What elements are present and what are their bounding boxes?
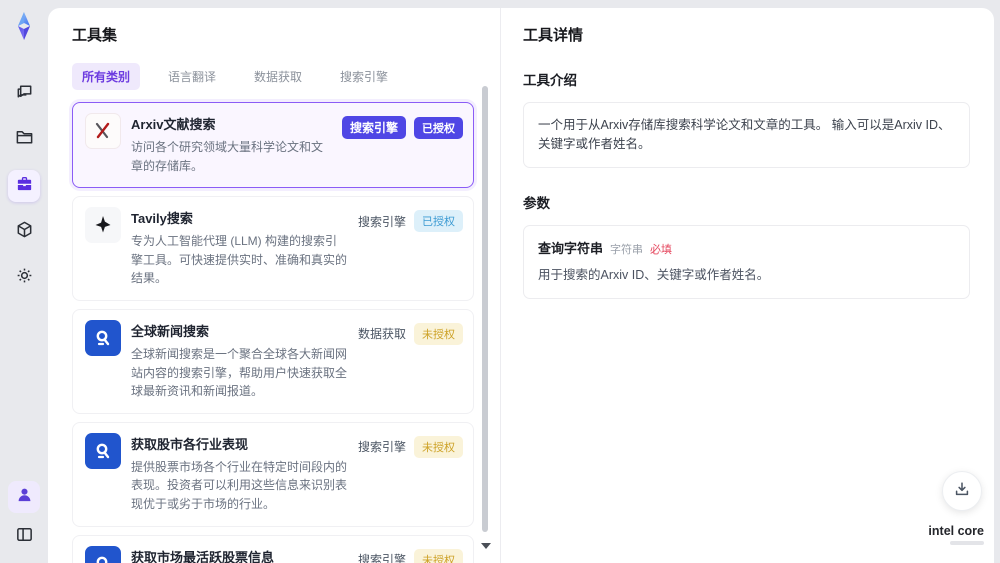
tool-description: 提供股票市场各个行业在特定时间段内的表现。投资者可以利用这些信息来识别表现优于或… bbox=[131, 459, 348, 511]
tool-name: 全球新闻搜索 bbox=[131, 323, 210, 339]
detail-title: 工具详情 bbox=[523, 27, 584, 44]
param-description: 用于搜索的Arxiv ID、关键字或作者姓名。 bbox=[538, 268, 770, 282]
tool-name: Arxiv文献搜索 bbox=[131, 117, 216, 132]
sidebar-nav bbox=[8, 78, 40, 294]
tab-3[interactable]: 搜索引擎 bbox=[330, 63, 398, 90]
param-name: 查询字符串 bbox=[538, 240, 604, 256]
tool-list-pane: 工具集 所有类别 语言翻译 数据获取 搜索引擎 Arxiv文献搜索 访问各个研究领域大… bbox=[48, 8, 500, 563]
chat-icon bbox=[15, 82, 34, 106]
bluesearch-icon bbox=[85, 545, 121, 563]
sidebar-item-chat[interactable] bbox=[8, 78, 40, 110]
tool-list-item[interactable]: Tavily搜索 专为人工智能代理 (LLM) 构建的搜索引擎工具。可快速提供实… bbox=[72, 196, 474, 301]
tool-name: 获取股市各行业表现 bbox=[131, 436, 249, 452]
intro-heading: 工具介绍 bbox=[523, 73, 577, 88]
param-header: 查询字符串 字符串 必填 bbox=[538, 239, 955, 259]
tool-list: Arxiv文献搜索 访问各个研究领域大量科学论文和文章的存储库。 搜索引擎 已授… bbox=[72, 102, 474, 563]
gear-icon bbox=[15, 266, 34, 290]
sidebar-item-models[interactable] bbox=[8, 216, 40, 248]
scroll-down-icon[interactable] bbox=[481, 543, 491, 549]
tool-auth-badge: 已授权 bbox=[414, 210, 463, 233]
sidebar-item-account[interactable] bbox=[8, 481, 40, 513]
sidebar-item-panel-toggle[interactable] bbox=[8, 521, 40, 553]
intel-core-logo: intel core bbox=[928, 524, 984, 545]
briefcase-icon bbox=[15, 174, 34, 198]
cube-icon bbox=[15, 220, 34, 244]
tab-0-active[interactable]: 所有类别 bbox=[72, 63, 141, 90]
sidebar-item-settings[interactable] bbox=[8, 262, 40, 294]
param-card: 查询字符串 字符串 必填 用于搜索的Arxiv ID、关键字或作者姓名。 bbox=[523, 224, 970, 299]
bluesearch-icon bbox=[85, 432, 121, 469]
tool-auth-badge: 未授权 bbox=[414, 435, 463, 458]
tool-name: Tavily搜索 bbox=[131, 211, 193, 227]
download-icon bbox=[953, 480, 971, 503]
tool-category-badge: 搜索引擎 bbox=[341, 116, 406, 139]
list-scrollbar[interactable] bbox=[482, 86, 488, 532]
tool-intro-text: 一个用于从Arxiv存储库搜索科学论文和文章的工具。 输入可以是Arxiv ID… bbox=[523, 102, 970, 168]
sidebar-item-tools[interactable] bbox=[8, 170, 40, 202]
app-root: 工具集 所有类别 语言翻译 数据获取 搜索引擎 Arxiv文献搜索 访问各个研究领域大… bbox=[0, 0, 1000, 563]
category-tabs: 所有类别 语言翻译 数据获取 搜索引擎 bbox=[72, 63, 474, 90]
tool-description: 访问各个研究领域大量科学论文和文章的存储库。 bbox=[131, 140, 324, 173]
tool-detail-pane: 工具详情 工具介绍 一个用于从Arxiv存储库搜索科学论文和文章的工具。 输入可… bbox=[500, 8, 994, 563]
arxiv-icon bbox=[85, 113, 121, 149]
tool-name: 获取市场最活跃股票信息 bbox=[131, 549, 275, 563]
tool-category-badge: 数据获取 bbox=[357, 327, 406, 342]
folder-icon bbox=[15, 128, 34, 152]
param-required-badge: 必填 bbox=[650, 243, 673, 256]
tool-category-badge: 搜索引擎 bbox=[357, 553, 406, 563]
tool-list-item[interactable]: 获取市场最活跃股票信息 提供当天交易量最高的股票列表。投资者可以利用这些信息来识… bbox=[72, 534, 474, 563]
tavily-icon bbox=[85, 207, 121, 244]
sidebar bbox=[0, 0, 48, 563]
tool-description: 专为人工智能代理 (LLM) 构建的搜索引擎工具。可快速提供实时、准确和真实的结… bbox=[131, 234, 348, 286]
tab-1[interactable]: 语言翻译 bbox=[158, 63, 226, 90]
tab-2[interactable]: 数据获取 bbox=[244, 63, 312, 90]
layout-panel-icon bbox=[15, 525, 34, 549]
tool-list-item[interactable]: 全球新闻搜索 全球新闻搜索是一个聚合全球各大新闻网站内容的搜索引擎，帮助用户快速… bbox=[72, 308, 474, 414]
tool-category-badge: 搜索引擎 bbox=[357, 214, 406, 229]
params-heading: 参数 bbox=[523, 195, 550, 211]
user-icon bbox=[15, 485, 34, 509]
bluesearch-icon bbox=[85, 319, 121, 356]
param-type: 字符串 bbox=[610, 243, 644, 256]
app-logo bbox=[8, 10, 40, 42]
tool-auth-badge: 未授权 bbox=[414, 548, 463, 563]
main-panel: 工具集 所有类别 语言翻译 数据获取 搜索引擎 Arxiv文献搜索 访问各个研究领域大… bbox=[48, 8, 994, 563]
download-button[interactable] bbox=[942, 471, 982, 511]
tool-description: 全球新闻搜索是一个聚合全球各大新闻网站内容的搜索引擎，帮助用户快速获取全球最新资… bbox=[131, 346, 348, 399]
brand-text: intel core bbox=[928, 524, 984, 538]
sidebar-bottom bbox=[8, 481, 40, 553]
tool-auth-badge: 已授权 bbox=[414, 116, 463, 139]
tool-list-item[interactable]: 获取股市各行业表现 提供股票市场各个行业在特定时间段内的表现。投资者可以利用这些… bbox=[72, 421, 474, 527]
tool-auth-badge: 未授权 bbox=[414, 322, 463, 345]
sidebar-item-files[interactable] bbox=[8, 124, 40, 156]
tool-list-item[interactable]: Arxiv文献搜索 访问各个研究领域大量科学论文和文章的存储库。 搜索引擎 已授… bbox=[72, 102, 474, 189]
tool-category-badge: 搜索引擎 bbox=[357, 440, 406, 455]
brand-underline bbox=[950, 541, 984, 545]
page-title: 工具集 bbox=[72, 27, 118, 44]
